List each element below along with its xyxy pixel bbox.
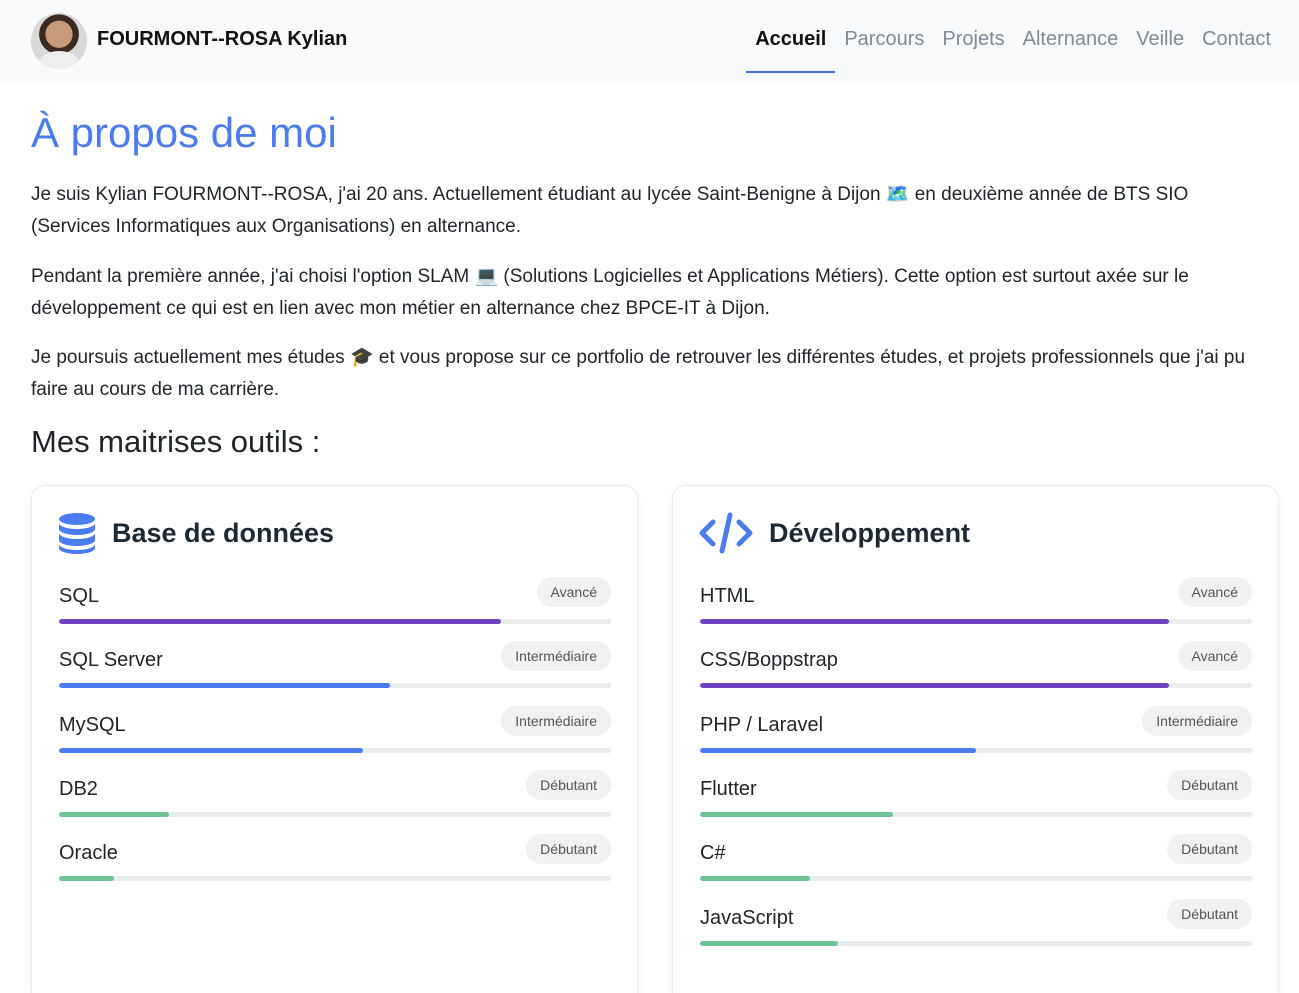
skill-row: SQL Avancé (59, 577, 611, 635)
card-title: Développement (769, 517, 971, 548)
skill-name: DB2 (59, 778, 98, 800)
skill-progress-fill (700, 619, 1170, 624)
card-header: Base de données (58, 510, 334, 556)
about-paragraph-1: Je suis Kylian FOURMONT--ROSA, j'ai 20 a… (31, 184, 1189, 237)
skill-progress-fill (59, 683, 391, 688)
skill-level-badge: Débutant (1167, 770, 1252, 800)
skill-name: CSS/Boppstrap (700, 649, 838, 671)
skill-name: MySQL (59, 714, 126, 736)
skill-name: PHP / Laravel (700, 714, 824, 736)
skill-progress-track (59, 876, 611, 881)
skill-progress-track (59, 812, 611, 817)
database-skills-card: Base de données SQL Avancé SQL Server Inter… (31, 485, 638, 993)
development-skills-card: Développement HTML Avancé CSS/Boppstrap Ava… (672, 485, 1279, 993)
skill-level-badge: Avancé (1177, 577, 1252, 607)
about-paragraph-2: Pendant la première année, j'ai choisi l… (31, 266, 1189, 319)
database-icon (58, 512, 96, 554)
skill-name: Flutter (700, 778, 757, 800)
nav-link-contact[interactable]: Contact (1193, 26, 1299, 73)
skill-name: SQL Server (59, 649, 163, 671)
skill-progress-fill (700, 683, 1170, 688)
skill-progress-fill (700, 941, 838, 946)
code-icon (699, 512, 753, 554)
nav-link-veille[interactable]: Veille (1127, 26, 1193, 73)
about-paragraph-3: Je poursuis actuellement mes études 🎓 et… (31, 347, 1246, 400)
skill-name: Oracle (59, 842, 118, 864)
skill-row: DB2 Débutant (59, 770, 611, 828)
skill-progress-track (700, 812, 1252, 817)
card-header: Développement (699, 510, 970, 556)
skill-progress-track (700, 941, 1252, 946)
skill-progress-fill (700, 876, 811, 881)
skills-heading: Mes maitrises outils : (31, 424, 321, 459)
nav-link-parcours[interactable]: Parcours (835, 26, 933, 73)
skill-level-badge: Avancé (1177, 641, 1252, 671)
skill-progress-fill (59, 876, 115, 881)
skill-level-badge: Débutant (1167, 834, 1252, 864)
skill-row: C# Débutant (700, 834, 1252, 892)
skill-row: Oracle Débutant (59, 834, 611, 892)
skill-level-badge: Avancé (536, 577, 611, 607)
skill-row: Flutter Débutant (700, 770, 1252, 828)
skill-name: JavaScript (700, 907, 794, 929)
skill-progress-fill (700, 748, 976, 753)
skill-name: SQL (59, 585, 100, 607)
skill-level-badge: Intermédiaire (1142, 706, 1252, 736)
skill-progress-track (700, 876, 1252, 881)
brand-name[interactable]: FOURMONT--ROSA Kylian (97, 28, 347, 51)
skill-level-badge: Intermédiaire (501, 706, 611, 736)
nav-link-accueil[interactable]: Accueil (746, 26, 836, 73)
skill-name: C# (700, 842, 726, 864)
skill-progress-track (700, 683, 1252, 688)
skill-progress-track (59, 748, 611, 753)
skill-progress-fill (59, 812, 170, 817)
skill-row: CSS/Boppstrap Avancé (700, 641, 1252, 699)
profile-avatar[interactable] (31, 13, 87, 69)
skill-level-badge: Débutant (526, 770, 611, 800)
skill-progress-track (59, 683, 611, 688)
navbar: FOURMONT--ROSA Kylian Accueil Parcours P… (0, 0, 1299, 83)
main-nav: Accueil Parcours Projets Alternance Veil… (746, 26, 1299, 73)
skill-row: MySQL Intermédiaire (59, 706, 611, 764)
skill-progress-fill (59, 748, 363, 753)
skill-row: SQL Server Intermédiaire (59, 641, 611, 699)
skill-progress-track (700, 748, 1252, 753)
skill-progress-track (700, 619, 1252, 624)
skill-progress-track (59, 619, 611, 624)
skill-level-badge: Intermédiaire (501, 641, 611, 671)
skill-progress-fill (700, 812, 894, 817)
skill-row: HTML Avancé (700, 577, 1252, 635)
skill-row: PHP / Laravel Intermédiaire (700, 706, 1252, 764)
nav-link-projets[interactable]: Projets (933, 26, 1013, 73)
skill-progress-fill (59, 619, 501, 624)
card-title: Base de données (112, 517, 335, 548)
nav-link-alternance[interactable]: Alternance (1014, 26, 1128, 73)
skill-name: HTML (700, 585, 755, 607)
page-title: À propos de moi (31, 109, 337, 156)
skill-row: JavaScript Débutant (700, 899, 1252, 957)
skill-level-badge: Débutant (1167, 899, 1252, 929)
skill-level-badge: Débutant (526, 834, 611, 864)
